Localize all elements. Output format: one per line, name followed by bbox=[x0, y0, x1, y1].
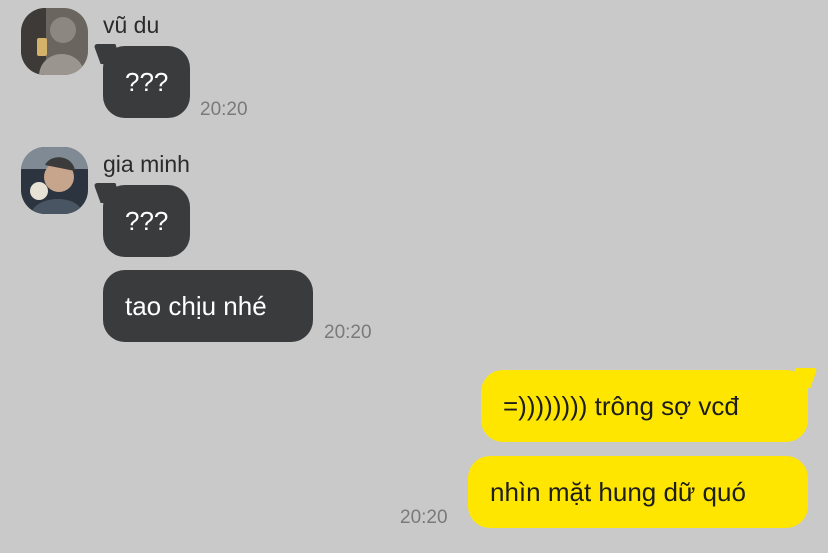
message-bubble[interactable]: tao chịu nhé bbox=[103, 270, 313, 342]
message-timestamp: 20:20 bbox=[400, 507, 448, 528]
message-text: =)))))))) trông sợ vcđ bbox=[503, 391, 739, 421]
message-text: ??? bbox=[125, 67, 169, 97]
sender-name: vũ du bbox=[103, 12, 160, 38]
message-text: nhìn mặt hung dữ quó bbox=[490, 477, 746, 507]
sender-name: gia minh bbox=[103, 151, 190, 177]
message-timestamp: 20:20 bbox=[324, 322, 372, 343]
message-text: tao chịu nhé bbox=[125, 291, 267, 321]
message-timestamp: 20:20 bbox=[200, 99, 248, 120]
message-bubble-outgoing[interactable]: =)))))))) trông sợ vcđ bbox=[481, 370, 808, 442]
avatar-vu-du[interactable] bbox=[21, 8, 88, 75]
message-bubble[interactable]: ??? bbox=[103, 185, 191, 257]
message-bubble[interactable]: ??? bbox=[103, 46, 191, 118]
avatar-gia-minh[interactable] bbox=[21, 147, 88, 214]
message-bubble-outgoing[interactable]: nhìn mặt hung dữ quó bbox=[468, 456, 808, 528]
message-text: ??? bbox=[125, 206, 169, 236]
